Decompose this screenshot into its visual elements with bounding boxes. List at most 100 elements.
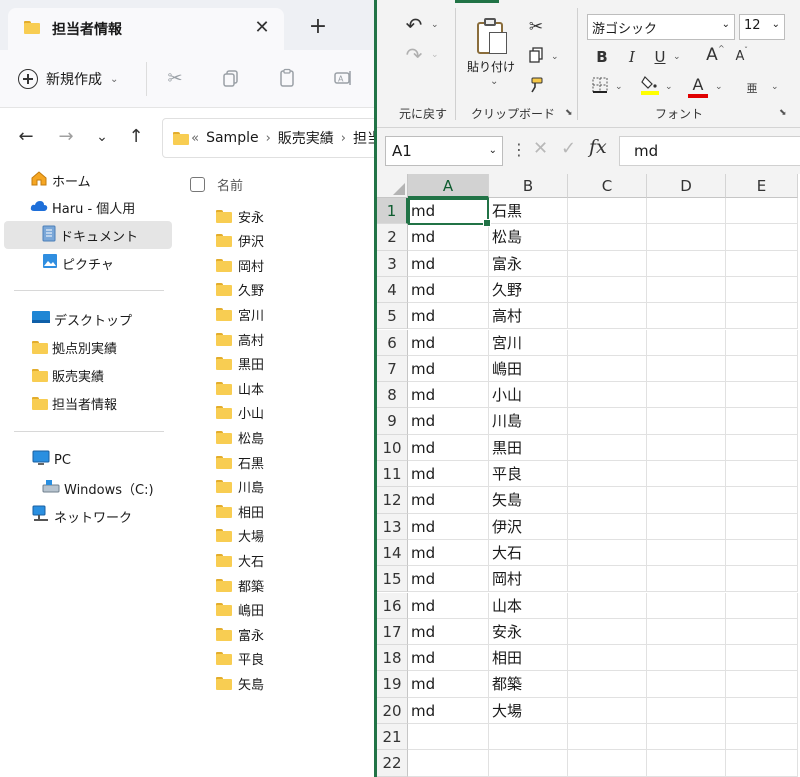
folder-list-item[interactable]: 安永 — [216, 204, 264, 228]
cell[interactable] — [568, 434, 647, 461]
cell[interactable] — [726, 724, 798, 751]
folder-list-item[interactable]: 黒田 — [216, 352, 264, 376]
cell[interactable]: 相田 — [489, 645, 568, 672]
redo-icon[interactable]: ↷ — [403, 44, 425, 66]
cell[interactable] — [568, 513, 647, 540]
cell[interactable]: 大石 — [489, 539, 568, 567]
cell[interactable] — [489, 750, 568, 777]
column-header[interactable]: A — [408, 174, 489, 198]
up-arrow-icon[interactable]: ↑ — [124, 126, 148, 150]
nav-item-desktop[interactable]: デスクトップ — [4, 305, 172, 333]
folder-list-item[interactable]: 石黒 — [216, 450, 264, 474]
folder-list-item[interactable]: 富永 — [216, 622, 264, 646]
cell[interactable]: md — [408, 276, 489, 304]
cell[interactable] — [647, 697, 726, 724]
address-bar[interactable]: « Sample › 販売実績 › 担当 — [162, 118, 376, 158]
paste-button-label[interactable]: 貼り付け — [467, 58, 515, 75]
cell[interactable] — [568, 250, 647, 277]
cell[interactable] — [647, 539, 726, 567]
cell[interactable] — [568, 382, 647, 409]
more-options-icon[interactable]: ⋮ — [511, 140, 527, 159]
row-header[interactable]: 15 — [377, 566, 408, 593]
cancel-icon[interactable]: ✕ — [533, 138, 548, 159]
cell[interactable] — [568, 487, 647, 514]
paste-icon[interactable] — [276, 68, 298, 90]
cell[interactable] — [568, 355, 647, 383]
row-header[interactable]: 10 — [377, 434, 408, 461]
cell[interactable]: 伊沢 — [489, 513, 568, 540]
cell[interactable] — [647, 566, 726, 593]
cell[interactable] — [568, 592, 647, 619]
column-header-name[interactable]: 名前 — [190, 170, 243, 198]
cell[interactable] — [568, 539, 647, 567]
folder-list-item[interactable]: 平良 — [216, 647, 264, 671]
formula-input[interactable]: md — [619, 136, 800, 166]
row-header[interactable]: 16 — [377, 592, 408, 619]
cell[interactable]: md — [408, 513, 489, 540]
row-header[interactable]: 7 — [377, 355, 408, 383]
cell[interactable] — [647, 461, 726, 488]
cell[interactable] — [568, 566, 647, 593]
paste-icon[interactable] — [475, 18, 509, 56]
folder-list-item[interactable]: 小山 — [216, 401, 264, 425]
cell[interactable]: md — [408, 539, 489, 567]
cell[interactable] — [647, 750, 726, 777]
nav-item-home[interactable]: ホーム — [4, 166, 172, 194]
row-header[interactable]: 5 — [377, 303, 408, 330]
folder-list-item[interactable]: 伊沢 — [216, 229, 264, 253]
folder-list-item[interactable]: 岡村 — [216, 253, 264, 277]
cell[interactable] — [726, 355, 798, 383]
cell[interactable] — [726, 697, 798, 724]
new-item-button[interactable]: 新規作成 ⌄ — [18, 64, 118, 94]
font-launcher-icon[interactable]: ⬊ — [779, 108, 787, 118]
cell[interactable]: md — [408, 250, 489, 277]
cell[interactable] — [647, 408, 726, 435]
cell[interactable] — [647, 513, 726, 540]
cell[interactable] — [647, 671, 726, 698]
font-size-select[interactable]: 12 ⌄ — [739, 14, 785, 40]
cell[interactable] — [726, 671, 798, 698]
row-header[interactable]: 8 — [377, 382, 408, 409]
italic-icon[interactable]: I — [621, 46, 643, 68]
cell[interactable]: md — [408, 303, 489, 330]
cell[interactable] — [647, 355, 726, 383]
cell[interactable] — [647, 592, 726, 619]
folder-list-item[interactable]: 松島 — [216, 425, 264, 449]
cell[interactable] — [568, 303, 647, 330]
cell[interactable] — [726, 487, 798, 514]
folder-list-item[interactable]: 久野 — [216, 278, 264, 302]
row-header[interactable]: 11 — [377, 461, 408, 488]
cell[interactable] — [568, 408, 647, 435]
breadcrumb-item[interactable]: 担当 — [353, 128, 376, 148]
cell[interactable]: 高村 — [489, 303, 568, 330]
new-tab-button[interactable]: + — [304, 14, 332, 42]
cell[interactable]: md — [408, 697, 489, 724]
cut-icon[interactable]: ✂ — [525, 16, 547, 38]
folder-list-item[interactable]: 相田 — [216, 499, 264, 523]
cell[interactable] — [647, 645, 726, 672]
phonetic-guide-icon[interactable]: 亜 — [741, 78, 763, 100]
row-header[interactable]: 12 — [377, 487, 408, 514]
cell[interactable] — [568, 329, 647, 356]
cell[interactable] — [647, 224, 726, 251]
cell[interactable]: 宮川 — [489, 329, 568, 356]
row-header[interactable]: 22 — [377, 750, 408, 777]
cell[interactable]: 黒田 — [489, 434, 568, 461]
cell[interactable]: 岡村 — [489, 566, 568, 593]
recent-locations-chevron-icon[interactable]: ⌄ — [90, 126, 114, 150]
explorer-tab[interactable]: 担当者情報 ✕ — [8, 8, 284, 50]
cell[interactable]: 富永 — [489, 250, 568, 277]
font-name-select[interactable]: 游ゴシック ⌄ — [587, 14, 735, 40]
cell[interactable] — [568, 276, 647, 304]
column-header[interactable]: D — [647, 174, 726, 198]
nav-item-pc[interactable]: PC — [4, 446, 172, 474]
cell[interactable]: md — [408, 198, 489, 225]
cell[interactable] — [647, 724, 726, 751]
cell[interactable] — [647, 329, 726, 356]
paste-dropdown-icon[interactable]: ⌄ — [490, 76, 498, 87]
cell[interactable] — [647, 382, 726, 409]
bold-icon[interactable]: B — [591, 46, 613, 68]
cell[interactable] — [726, 224, 798, 251]
cell[interactable] — [568, 198, 647, 225]
cell[interactable]: md — [408, 487, 489, 514]
